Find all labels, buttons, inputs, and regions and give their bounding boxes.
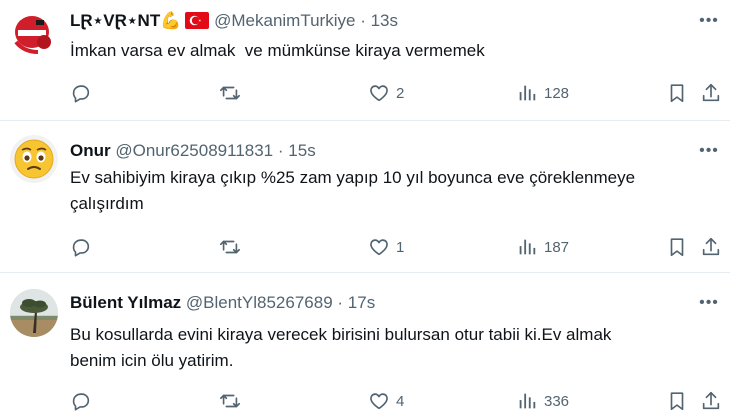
tweet[interactable]: Onur @Onur62508911831 · 15s ••• Ev sahib… <box>0 121 730 272</box>
view-count: 128 <box>544 84 570 102</box>
timestamp[interactable]: 15s <box>288 141 315 160</box>
avatar[interactable] <box>10 8 58 56</box>
handle[interactable]: @Onur62508911831 <box>115 141 273 160</box>
tweet-actions: 2 128 <box>70 81 722 105</box>
share-button[interactable] <box>700 235 722 259</box>
views-button[interactable]: 128 <box>516 81 569 105</box>
red-helmet-avatar-icon <box>10 8 58 56</box>
tweet[interactable]: Bülent Yılmaz @BlentYl85267689 · 17s •••… <box>0 273 730 420</box>
tweet-text: Ev sahibiyim kiraya çıkıp %25 zam yapıp … <box>70 168 636 213</box>
bookmark-button[interactable] <box>666 389 688 413</box>
timestamp[interactable]: 13s <box>371 11 398 30</box>
display-name[interactable]: Onur <box>70 141 111 160</box>
tree-landscape-avatar-icon <box>10 289 58 337</box>
bookmark-icon <box>666 82 688 104</box>
view-count: 336 <box>544 392 570 410</box>
tweet-header: Onur @Onur62508911831 · 15s <box>70 140 316 162</box>
heart-icon <box>368 82 390 104</box>
views-button[interactable]: 336 <box>516 389 569 413</box>
retweet-button[interactable] <box>219 81 241 105</box>
display-name[interactable]: Bülent Yılmaz <box>70 293 181 312</box>
tweet-text: İmkan varsa ev almak ve mümkünse kiraya … <box>70 41 485 60</box>
more-options-icon[interactable]: ••• <box>698 10 720 32</box>
turkey-flag-icon <box>185 12 210 35</box>
bookmark-icon <box>666 236 688 258</box>
retweet-icon <box>219 390 241 412</box>
reply-button[interactable] <box>70 81 92 105</box>
share-button[interactable] <box>700 389 722 413</box>
reply-icon <box>70 236 92 258</box>
views-chart-icon <box>516 236 538 258</box>
share-button[interactable] <box>700 81 722 105</box>
like-button[interactable]: 2 <box>368 81 404 105</box>
bookmark-icon <box>666 390 688 412</box>
separator: · <box>277 141 284 160</box>
tweet[interactable]: LⱤ⋆VⱤ⋆NT💪 @MekanimTurkiye · 13s ••• İmka… <box>0 0 730 120</box>
reply-button[interactable] <box>70 389 92 413</box>
tweet-actions: 4 336 <box>70 389 722 413</box>
like-count: 1 <box>396 238 405 256</box>
view-count: 187 <box>544 238 570 256</box>
share-icon <box>700 390 722 412</box>
tweet-header: Bülent Yılmaz @BlentYl85267689 · 17s <box>70 292 375 314</box>
separator: · <box>360 11 366 30</box>
retweet-icon <box>219 82 241 104</box>
timestamp[interactable]: 17s <box>348 293 375 312</box>
heart-icon <box>368 236 390 258</box>
avatar[interactable] <box>10 289 58 337</box>
handle[interactable]: @MekanimTurkiye <box>214 11 355 30</box>
reply-icon <box>70 82 92 104</box>
like-count: 4 <box>396 392 405 410</box>
bookmark-button[interactable] <box>666 81 688 105</box>
retweet-button[interactable] <box>219 389 241 413</box>
handle[interactable]: @BlentYl85267689 <box>186 293 333 312</box>
tweet-header: LⱤ⋆VⱤ⋆NT💪 @MekanimTurkiye · 13s <box>70 10 398 35</box>
like-button[interactable]: 1 <box>368 235 404 259</box>
retweet-icon <box>219 236 241 258</box>
share-icon <box>700 236 722 258</box>
views-button[interactable]: 187 <box>516 235 569 259</box>
share-icon <box>700 82 722 104</box>
more-options-icon[interactable]: ••• <box>698 140 720 162</box>
bookmark-button[interactable] <box>666 235 688 259</box>
views-chart-icon <box>516 390 538 412</box>
more-options-icon[interactable]: ••• <box>698 292 720 314</box>
tweet-actions: 1 187 <box>70 235 722 259</box>
avatar[interactable] <box>10 135 58 183</box>
worried-face-emoji-avatar-icon <box>10 135 58 183</box>
retweet-button[interactable] <box>219 235 241 259</box>
tweet-text: Bu kosullarda evini kiraya verecek biris… <box>70 325 612 370</box>
like-button[interactable]: 4 <box>368 389 404 413</box>
like-count: 2 <box>396 84 405 102</box>
reply-button[interactable] <box>70 235 92 259</box>
separator: · <box>337 293 344 312</box>
reply-icon <box>70 390 92 412</box>
heart-icon <box>368 390 390 412</box>
views-chart-icon <box>516 82 538 104</box>
display-name[interactable]: LⱤ⋆VⱤ⋆NT💪 <box>70 11 181 30</box>
